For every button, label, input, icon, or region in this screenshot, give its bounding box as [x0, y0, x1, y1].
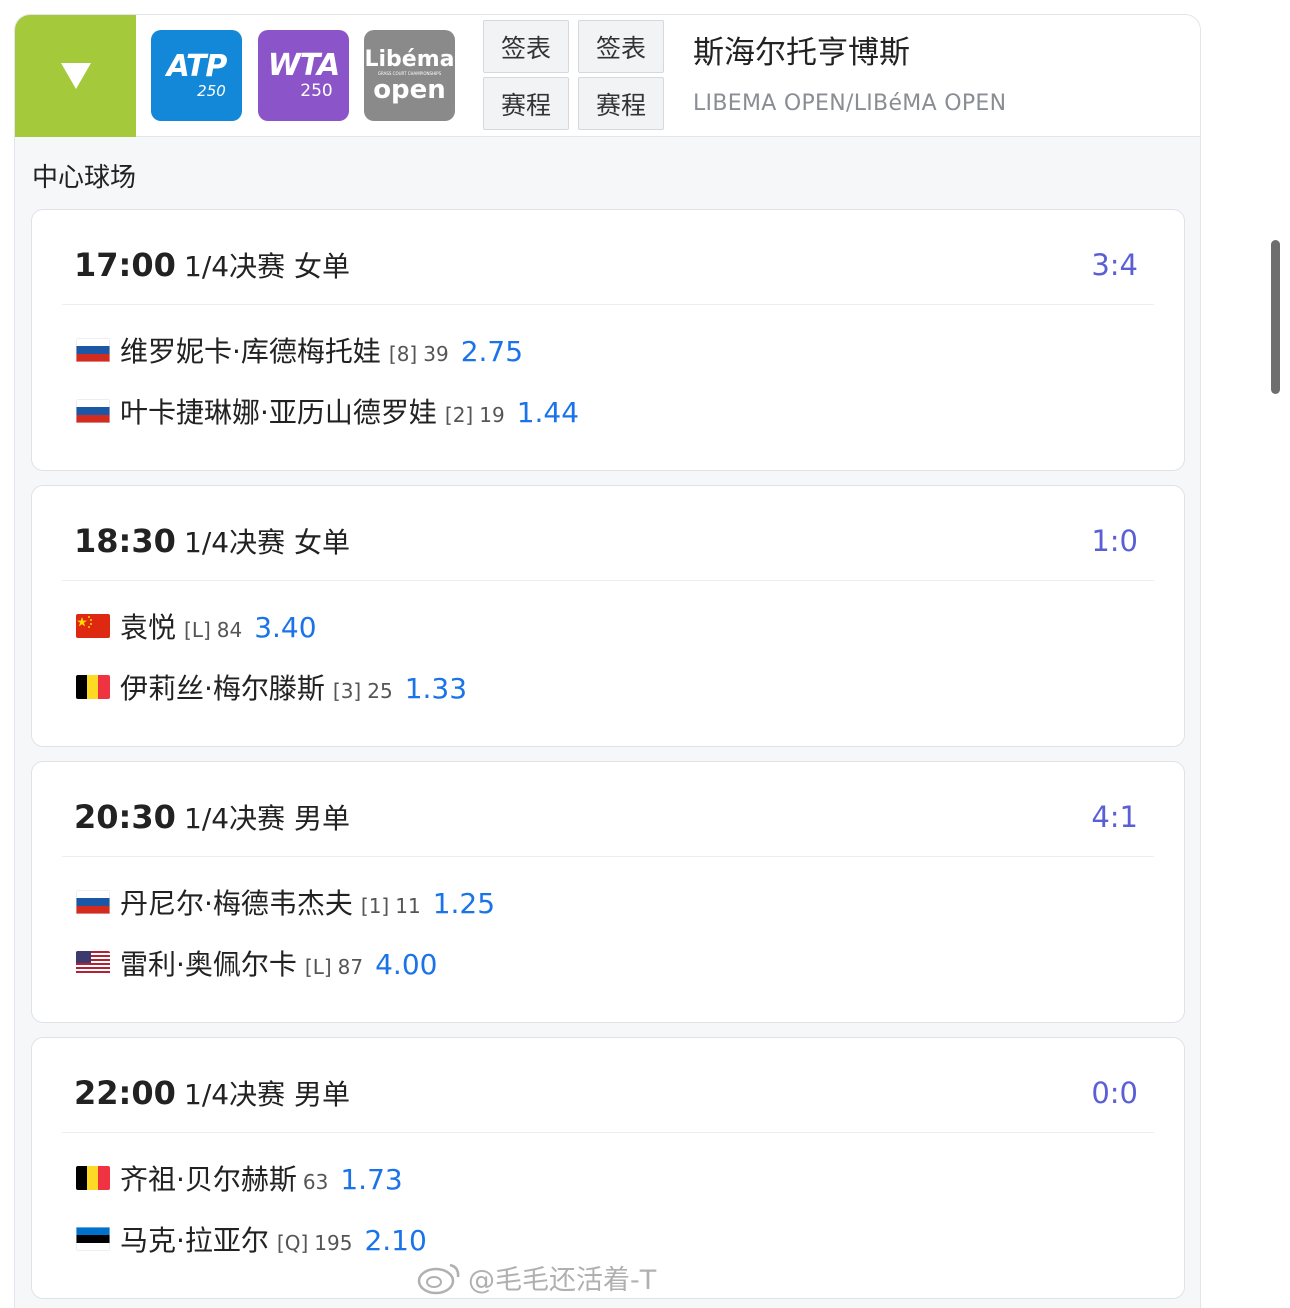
schedule-button-2[interactable]: 赛程: [578, 77, 664, 130]
china-flag-icon: [76, 614, 110, 638]
match-card[interactable]: 20:30 1/4决赛 男单 4:1 丹尼尔·梅德韦杰夫 [1] 11 1.25…: [31, 761, 1185, 1023]
player-seed: [2]: [444, 403, 474, 427]
collapse-toggle-button[interactable]: [15, 15, 136, 137]
player-name: 齐祖·贝尔赫斯: [120, 1163, 297, 1196]
player-row[interactable]: 马克·拉亚尔 [Q] 195 2.10: [76, 1219, 427, 1259]
player-odds[interactable]: 1.44: [517, 396, 579, 429]
weibo-icon: [417, 1263, 460, 1294]
player-odds[interactable]: 1.25: [433, 887, 495, 920]
atp-250-logo[interactable]: ATP 250: [151, 30, 242, 121]
match-time: 20:30: [74, 798, 176, 836]
divider: [62, 1132, 1154, 1133]
wta-250-logo[interactable]: WTA 250: [258, 30, 349, 121]
match-score[interactable]: 1:0: [1091, 524, 1138, 558]
watermark-text: @毛毛还活着-T: [468, 1265, 657, 1296]
belgium-flag-icon: [76, 1166, 110, 1190]
match-round: 1/4决赛 男单: [184, 802, 350, 835]
player-seed: [L]: [304, 955, 332, 979]
player-row[interactable]: 齐祖·贝尔赫斯 63 1.73: [76, 1158, 403, 1198]
player-seed: [Q]: [276, 1231, 309, 1255]
player-row[interactable]: 雷利·奥佩尔卡 [L] 87 4.00: [76, 943, 437, 983]
match-card[interactable]: 18:30 1/4决赛 女单 1:0 袁悦 [L] 84 3.40 伊莉丝·梅尔…: [31, 485, 1185, 747]
player-name: 维罗妮卡·库德梅托娃: [120, 335, 381, 368]
court-title: 中心球场: [32, 163, 137, 193]
player-seed: [3]: [332, 679, 362, 703]
player-rank: 11: [395, 894, 421, 918]
player-odds[interactable]: 3.40: [254, 611, 316, 644]
player-row[interactable]: 袁悦 [L] 84 3.40: [76, 606, 317, 646]
russia-flag-icon: [76, 890, 110, 914]
player-odds[interactable]: 2.75: [461, 335, 523, 368]
estonia-flag-icon: [76, 1227, 110, 1251]
player-row[interactable]: 维罗妮卡·库德梅托娃 [8] 39 2.75: [76, 330, 523, 370]
player-row[interactable]: 叶卡捷琳娜·亚历山德罗娃 [2] 19 1.44: [76, 391, 579, 431]
player-rank: 87: [337, 955, 364, 979]
player-odds[interactable]: 4.00: [375, 948, 437, 981]
tournament-name: 斯海尔托亨博斯: [693, 35, 910, 71]
player-name: 伊莉丝·梅尔滕斯: [120, 672, 325, 705]
divider: [62, 304, 1154, 305]
belgium-flag-icon: [76, 675, 110, 699]
tournament-header: ATP 250 WTA 250 Libéma GRASS COURT CHAMP…: [15, 15, 1200, 137]
scrollbar-thumb[interactable]: [1271, 240, 1280, 394]
russia-flag-icon: [76, 399, 110, 423]
match-score[interactable]: 3:4: [1091, 248, 1138, 282]
tournament-panel: ATP 250 WTA 250 Libéma GRASS COURT CHAMP…: [14, 14, 1201, 1308]
divider: [62, 580, 1154, 581]
player-odds[interactable]: 1.33: [405, 672, 467, 705]
match-score[interactable]: 0:0: [1091, 1076, 1138, 1110]
player-name: 袁悦: [120, 611, 177, 644]
triangle-down-icon: [60, 63, 91, 89]
divider: [62, 856, 1154, 857]
usa-flag-icon: [76, 951, 110, 975]
player-odds[interactable]: 1.73: [340, 1163, 402, 1196]
match-round: 1/4决赛 女单: [184, 526, 350, 559]
player-rank: 195: [314, 1231, 353, 1255]
russia-flag-icon: [76, 338, 110, 362]
match-score[interactable]: 4:1: [1091, 800, 1138, 834]
player-name: 叶卡捷琳娜·亚历山德罗娃: [120, 396, 437, 429]
player-name: 马克·拉亚尔: [120, 1224, 269, 1257]
match-time: 18:30: [74, 522, 176, 560]
player-rank: 84: [216, 618, 243, 642]
player-rank: 19: [479, 403, 505, 427]
player-rank: 63: [302, 1170, 329, 1194]
player-seed: [8]: [388, 342, 418, 366]
player-seed: [1]: [360, 894, 390, 918]
player-row[interactable]: 丹尼尔·梅德韦杰夫 [1] 11 1.25: [76, 882, 495, 922]
draw-button-1[interactable]: 签表: [483, 20, 569, 73]
watermark: @毛毛还活着-T: [416, 1258, 656, 1297]
player-rank: 25: [367, 679, 393, 703]
libema-open-logo[interactable]: Libéma GRASS COURT CHAMPIONSHIPS open: [364, 30, 455, 121]
match-card[interactable]: 17:00 1/4决赛 女单 3:4 维罗妮卡·库德梅托娃 [8] 39 2.7…: [31, 209, 1185, 471]
tournament-name-english: LIBEMA OPEN/LIBéMA OPEN: [693, 91, 1007, 116]
player-odds[interactable]: 2.10: [364, 1224, 426, 1257]
player-name: 丹尼尔·梅德韦杰夫: [120, 887, 353, 920]
player-name: 雷利·奥佩尔卡: [120, 948, 297, 981]
match-round: 1/4决赛 女单: [184, 250, 350, 283]
player-row[interactable]: 伊莉丝·梅尔滕斯 [3] 25 1.33: [76, 667, 467, 707]
match-time: 17:00: [74, 246, 176, 284]
player-seed: [L]: [184, 618, 211, 642]
schedule-button-1[interactable]: 赛程: [483, 77, 569, 130]
match-time: 22:00: [74, 1074, 176, 1112]
player-rank: 39: [423, 342, 449, 366]
match-round: 1/4决赛 男单: [184, 1078, 350, 1111]
draw-button-2[interactable]: 签表: [578, 20, 664, 73]
